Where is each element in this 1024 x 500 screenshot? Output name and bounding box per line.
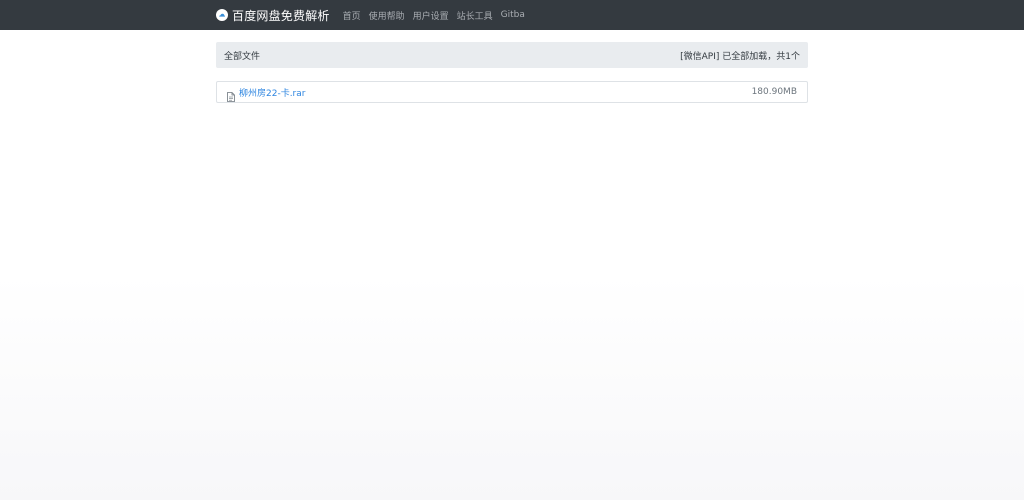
file-name-link[interactable]: 柳州房22-卡.rar <box>239 86 305 99</box>
brand-link[interactable]: 百度网盘免费解析 <box>216 7 330 24</box>
brand-title: 百度网盘免费解析 <box>232 8 330 23</box>
panel-title: 全部文件 <box>224 51 261 62</box>
nav-link-user-settings[interactable]: 用户设置 <box>413 9 449 22</box>
file-icon <box>227 87 235 102</box>
nav-links: 首页 使用帮助 用户设置 站长工具 Gitba <box>343 9 533 22</box>
nav-link-help[interactable]: 使用帮助 <box>369 9 405 22</box>
file-list-header: 全部文件 [微信API] 已全部加载，共1个 <box>216 42 808 68</box>
file-info: 柳州房22-卡.rar <box>227 86 305 102</box>
nav-link-home[interactable]: 首页 <box>343 9 361 22</box>
main-container: 全部文件 [微信API] 已全部加载，共1个 柳州房22-卡.rar 180.9… <box>216 42 808 103</box>
nav-link-gitba[interactable]: Gitba <box>501 10 525 20</box>
file-list-item[interactable]: 柳州房22-卡.rar 180.90MB <box>216 81 808 103</box>
top-navbar: 百度网盘免费解析 首页 使用帮助 用户设置 站长工具 Gitba <box>0 0 1024 30</box>
nav-link-admin-tools[interactable]: 站长工具 <box>457 9 493 22</box>
navbar-content: 百度网盘免费解析 首页 使用帮助 用户设置 站长工具 Gitba <box>216 0 533 30</box>
load-status: [微信API] 已全部加载，共1个 <box>680 51 800 62</box>
cloud-icon <box>216 9 228 21</box>
file-size: 180.90MB <box>751 87 797 97</box>
